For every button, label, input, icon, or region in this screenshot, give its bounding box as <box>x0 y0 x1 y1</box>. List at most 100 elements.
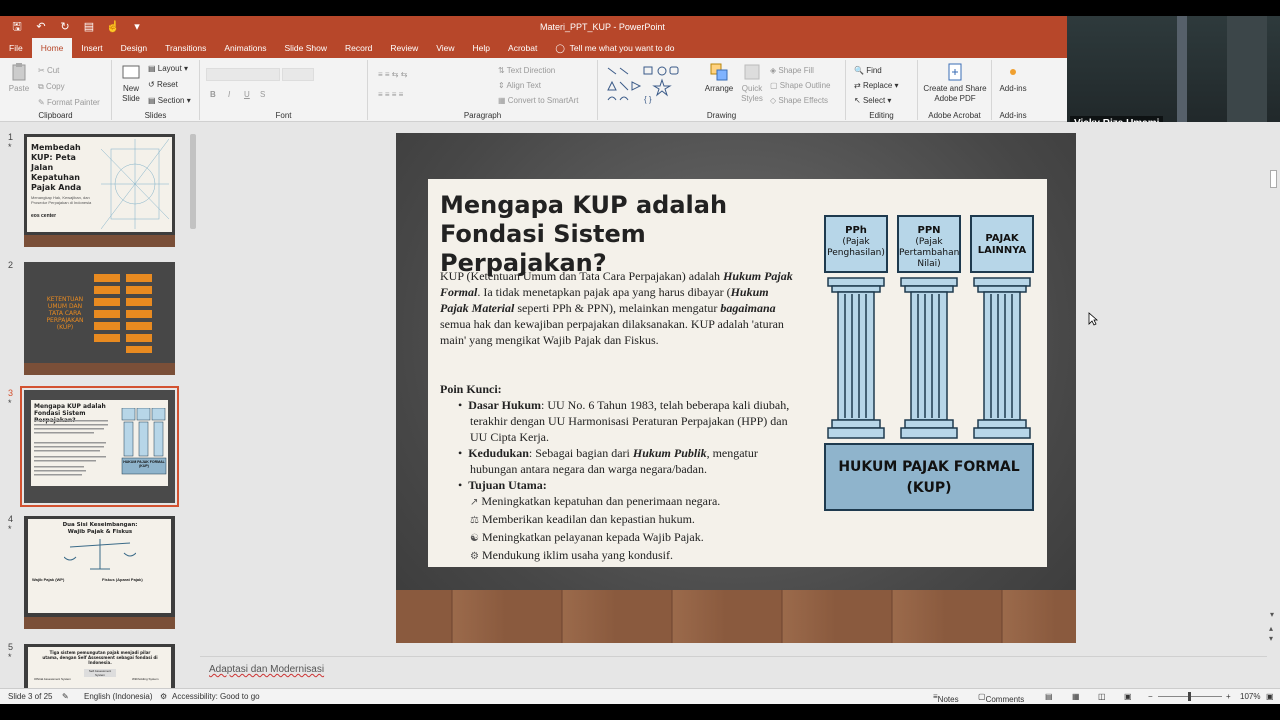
reset-button[interactable]: ↺ Reset <box>148 80 178 89</box>
text-direction-button[interactable]: ⇅ Text Direction <box>498 66 555 75</box>
format-painter-button[interactable]: ✎ Format Painter <box>38 98 100 107</box>
goal-text: Memberikan keadilan dan kepastian hukum. <box>481 512 695 526</box>
shape-outline-button[interactable]: ▢ Shape Outline <box>770 81 830 90</box>
bullets-button[interactable]: ≡ ≡ ⇆ ⇆ <box>378 70 407 79</box>
slide-sorter-icon[interactable]: ▦ <box>1072 692 1080 701</box>
zoom-slider-thumb[interactable] <box>1188 692 1191 701</box>
bold-button[interactable]: B <box>210 90 216 99</box>
font-family-select[interactable] <box>206 68 280 81</box>
create-share-pdf-button[interactable]: Create and Share Adobe PDF <box>922 62 988 104</box>
webcam-video: Vicky Riza Umami <box>1067 16 1280 136</box>
notes-toggle-button[interactable]: ≡ Notes <box>933 692 959 704</box>
cut-button[interactable]: ✂ Cut <box>38 66 59 75</box>
replace-button[interactable]: ⇄ Replace ▾ <box>854 81 899 90</box>
slide-intro-paragraph[interactable]: KUP (Ketentuan Umum dan Tata Cara Perpaj… <box>440 268 800 348</box>
save-icon[interactable]: 🖫 <box>10 20 24 34</box>
thumb-title: Dua Sisi Keseimbangan: Wajib Pajak & Fis… <box>62 522 138 535</box>
tab-record[interactable]: Record <box>336 38 381 58</box>
previous-slide-icon[interactable]: ▴ <box>1269 624 1273 633</box>
shape-fill-label: Shape Fill <box>778 66 814 75</box>
thumb-floor <box>24 235 175 247</box>
quick-styles-icon <box>744 64 760 80</box>
touch-mode-icon[interactable]: ☝ <box>106 20 120 34</box>
goal-text: Meningkatkan kepatuhan dan penerimaan ne… <box>481 494 721 508</box>
transition-star-icon: * <box>8 652 12 662</box>
slide-canvas[interactable]: Mengapa KUP adalah Fondasi Sistem Perpaj… <box>396 133 1076 643</box>
thumbnail-slide-4[interactable]: Dua Sisi Keseimbangan: Wajib Pajak & Fis… <box>24 516 175 629</box>
pillars-diagram[interactable]: PPh (Pajak Penghasilan) PPN (Pajak Pertamb… <box>824 215 1034 515</box>
tab-animations[interactable]: Animations <box>215 38 275 58</box>
tab-insert[interactable]: Insert <box>72 38 111 58</box>
thumb-paper: Tiga sistem pemungutan pajak menjadi pil… <box>28 647 171 688</box>
arrange-button[interactable]: Arrange <box>702 62 736 94</box>
shape-effects-button[interactable]: ◇ Shape Effects <box>770 96 828 105</box>
align-text-button[interactable]: ⇕ Align Text <box>498 81 541 90</box>
new-slide-button[interactable]: New Slide <box>116 62 146 104</box>
underline-button[interactable]: U <box>244 90 250 99</box>
tab-acrobat[interactable]: Acrobat <box>499 38 546 58</box>
zoom-level[interactable]: 107% <box>1240 692 1260 701</box>
slide-scroll-thumb[interactable] <box>1270 170 1277 188</box>
strikethrough-button[interactable]: S <box>260 90 265 99</box>
addins-button[interactable]: Add-ins <box>994 62 1032 94</box>
italic-button[interactable]: I <box>228 90 230 99</box>
scroll-down-arrow-icon[interactable]: ▾ <box>1270 610 1274 619</box>
zoom-in-icon[interactable]: + <box>1226 692 1231 701</box>
key-points[interactable]: Poin Kunci: • Dasar Hukum: UU No. 6 Tahu… <box>440 381 800 565</box>
quick-styles-button[interactable]: Quick Styles <box>736 62 768 104</box>
copy-button[interactable]: ⧉ Copy <box>38 82 65 92</box>
customize-qat-icon[interactable]: ▾ <box>130 20 144 34</box>
slide-scrollbar[interactable]: ▾ ▴ ▾ <box>1267 140 1280 644</box>
group-clipboard: Paste ✂ Cut ⧉ Copy ✎ Format Painter Clip… <box>0 60 112 120</box>
tab-help[interactable]: Help <box>464 38 499 58</box>
tell-me-box[interactable]: ◯ Tell me what you want to do <box>546 38 683 58</box>
notes-text[interactable]: Adaptasi dan Modernisasi <box>209 664 324 675</box>
spellcheck-icon[interactable]: ✎ <box>62 692 69 701</box>
thumb-title: Tiga sistem pemungutan pajak menjadi pil… <box>42 650 158 665</box>
fit-to-window-icon[interactable]: ▣ <box>1266 692 1274 701</box>
thumbnail-slide-5[interactable]: Tiga sistem pemungutan pajak menjadi pil… <box>24 644 175 688</box>
tab-review[interactable]: Review <box>381 38 427 58</box>
shapes-gallery-icon[interactable]: { } <box>604 64 688 104</box>
tab-home[interactable]: Home <box>31 38 73 58</box>
undo-icon[interactable]: ↶ <box>34 20 48 34</box>
section-label: Section <box>157 96 185 105</box>
select-button[interactable]: ↖ Select ▾ <box>854 96 891 105</box>
slideshow-view-icon[interactable]: ▣ <box>1124 692 1132 701</box>
redo-icon[interactable]: ↻ <box>58 20 72 34</box>
tab-view[interactable]: View <box>427 38 463 58</box>
align-buttons[interactable]: ≡ ≡ ≡ ≡ <box>378 90 403 99</box>
paste-button[interactable]: Paste <box>4 62 34 94</box>
slide-title[interactable]: Mengapa KUP adalah Fondasi Sistem Perpaj… <box>440 191 820 278</box>
shape-fill-button[interactable]: ◈ Shape Fill <box>770 66 814 75</box>
find-button[interactable]: 🔍 Find <box>854 66 882 75</box>
layout-button[interactable]: ▤ Layout ▾ <box>148 64 188 73</box>
thumb-floor <box>24 363 175 375</box>
tab-file[interactable]: File <box>0 38 32 58</box>
normal-view-icon[interactable]: ▤ <box>1045 692 1053 701</box>
slideshow-icon[interactable]: ▤ <box>82 20 96 34</box>
comments-button[interactable]: ▢ Comments <box>978 692 1024 704</box>
smartart-button[interactable]: ▦ Convert to SmartArt <box>498 96 578 105</box>
language-indicator[interactable]: English (Indonesia) <box>84 692 152 701</box>
thumb-number: 5 <box>8 642 14 652</box>
tab-design[interactable]: Design <box>112 38 156 58</box>
section-button[interactable]: ▤ Section ▾ <box>148 96 191 105</box>
tab-transitions[interactable]: Transitions <box>156 38 215 58</box>
accessibility-status[interactable]: Accessibility: Good to go <box>172 692 260 701</box>
thumbnail-slide-3[interactable]: Mengapa KUP adalah Fondasi Sistem Perpaj… <box>20 386 179 507</box>
thumbnail-slide-2[interactable]: KETENTUAN UMUM DAN TATA CARA PERPAJAKAN … <box>24 262 175 375</box>
notes-pane[interactable]: Adaptasi dan Modernisasi <box>200 656 1267 688</box>
reading-view-icon[interactable]: ◫ <box>1098 692 1106 701</box>
thumbnail-slide-1[interactable]: Membedah KUP: Peta Jalan Kepatuhan Pajak… <box>24 134 175 247</box>
pillar-head-lainnya: PAJAK LAINNYA <box>970 215 1034 273</box>
thumbnails-scroll-thumb[interactable] <box>190 134 196 229</box>
tab-slide-show[interactable]: Slide Show <box>275 38 336 58</box>
next-slide-icon[interactable]: ▾ <box>1269 634 1273 643</box>
font-size-select[interactable] <box>282 68 314 81</box>
accessibility-icon[interactable]: ⚙ <box>160 692 167 701</box>
group-addins: Add-ins Add-ins <box>992 60 1034 120</box>
wood-floor <box>396 590 1076 643</box>
thumbnails-scrollbar[interactable] <box>188 124 198 684</box>
zoom-out-icon[interactable]: − <box>1148 692 1153 701</box>
